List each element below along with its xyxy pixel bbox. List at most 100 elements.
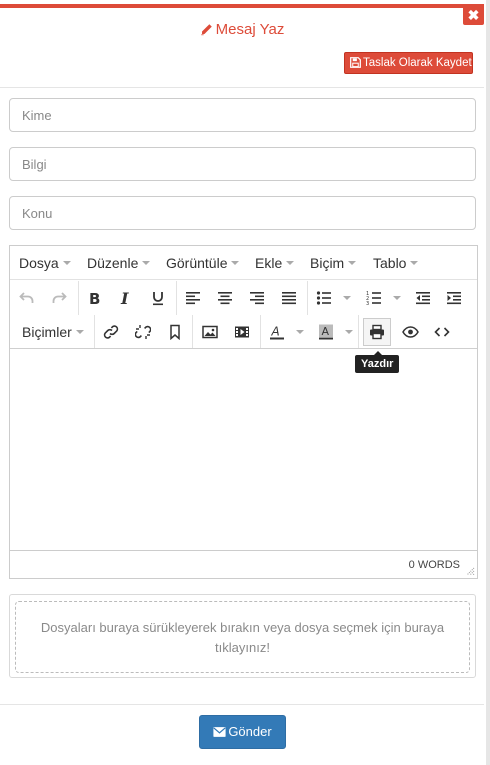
chevron-down-icon — [286, 261, 295, 265]
menu-file[interactable]: Dosya — [19, 255, 71, 271]
insert-media-button[interactable] — [228, 318, 256, 346]
outdent-button[interactable] — [409, 284, 437, 312]
menu-table-label: Tablo — [373, 255, 407, 271]
chevron-down-icon — [62, 261, 71, 265]
svg-text:A: A — [271, 325, 280, 339]
numbered-list-dropdown[interactable] — [393, 296, 401, 300]
bold-icon: B — [89, 290, 100, 306]
numbered-list-button[interactable]: 123 — [360, 284, 388, 312]
formats-dropdown[interactable]: Biçimler — [22, 324, 84, 340]
bookmark-button[interactable] — [161, 318, 189, 346]
bullet-list-button[interactable] — [310, 284, 338, 312]
menu-insert[interactable]: Ekle — [255, 255, 295, 271]
link-icon — [103, 325, 119, 339]
svg-text:I: I — [120, 290, 129, 306]
align-justify-icon — [282, 292, 296, 305]
send-label: Gönder — [228, 724, 272, 739]
chevron-down-icon — [75, 330, 84, 334]
toolbar-separator — [78, 281, 79, 315]
send-button[interactable]: Gönder — [199, 715, 286, 749]
cc-field[interactable] — [9, 147, 476, 181]
code-icon — [434, 327, 450, 337]
menu-edit[interactable]: Düzenle — [87, 255, 151, 271]
menu-format-label: Biçim — [310, 255, 345, 271]
attachment-panel: Dosyaları buraya sürükleyerek bırakın ve… — [9, 594, 476, 678]
background-color-dropdown[interactable] — [345, 330, 353, 334]
undo-icon — [19, 292, 34, 303]
menu-view-label: Görüntüle — [166, 255, 228, 271]
italic-button[interactable]: I — [112, 284, 140, 312]
menu-format[interactable]: Biçim — [310, 255, 357, 271]
numbered-list-icon: 123 — [366, 291, 381, 306]
media-icon — [235, 326, 249, 338]
chevron-down-icon — [410, 261, 419, 265]
align-left-button[interactable] — [179, 284, 207, 312]
editor-menubar: Dosya Düzenle Görüntüle Ekle Biçim Tablo — [10, 246, 477, 280]
dropzone-text-line-2: tıklayınız! — [215, 640, 270, 655]
menu-insert-label: Ekle — [255, 255, 283, 271]
text-color-button[interactable]: A — [263, 318, 291, 346]
align-center-icon — [218, 292, 232, 305]
menu-file-label: Dosya — [19, 255, 59, 271]
underline-icon — [153, 292, 163, 306]
toolbar-separator — [192, 315, 193, 349]
rich-text-editor: Dosya Düzenle Görüntüle Ekle Biçim Tablo… — [9, 245, 478, 579]
footer-divider — [0, 704, 484, 705]
envelope-icon — [213, 727, 226, 737]
redo-button[interactable] — [45, 284, 73, 312]
editor-content-area[interactable] — [10, 349, 477, 550]
header-divider — [0, 87, 484, 88]
file-dropzone[interactable]: Dosyaları buraya sürükleyerek bırakın ve… — [15, 601, 470, 673]
indent-button[interactable] — [440, 284, 468, 312]
save-draft-button[interactable]: Taslak Olarak Kaydet — [344, 52, 473, 74]
floppy-disk-icon — [350, 57, 361, 68]
insert-image-button[interactable] — [196, 318, 224, 346]
bullet-list-dropdown[interactable] — [343, 296, 351, 300]
outdent-icon — [416, 292, 430, 305]
subject-field[interactable] — [9, 196, 476, 230]
toolbar-separator — [176, 281, 177, 315]
undo-button[interactable] — [13, 284, 41, 312]
menu-view[interactable]: Görüntüle — [166, 255, 240, 271]
menu-table[interactable]: Tablo — [373, 255, 419, 271]
dropzone-text-line-1: Dosyaları buraya sürükleyerek bırakın ve… — [40, 620, 445, 635]
background-color-button[interactable]: A — [312, 318, 340, 346]
bold-button[interactable]: B — [80, 284, 108, 312]
formats-label: Biçimler — [22, 324, 72, 340]
redo-icon — [52, 292, 67, 303]
remove-link-button[interactable] — [129, 318, 157, 346]
image-icon — [202, 325, 218, 339]
modal-title: Mesaj Yaz — [0, 21, 484, 38]
align-center-button[interactable] — [211, 284, 239, 312]
underline-button[interactable] — [144, 284, 172, 312]
pencil-icon — [200, 24, 212, 36]
align-justify-button[interactable] — [275, 284, 303, 312]
bookmark-icon — [170, 324, 180, 340]
editor-statusbar: 0 WORDS — [10, 550, 477, 578]
text-color-dropdown[interactable] — [296, 330, 304, 334]
chevron-down-icon — [231, 261, 240, 265]
background-color-icon: A — [319, 324, 333, 340]
editor-toolbar-row-1: B I 1 2 3 — [10, 281, 477, 315]
save-draft-label: Taslak Olarak Kaydet — [363, 57, 472, 69]
align-right-button[interactable] — [243, 284, 271, 312]
to-field[interactable] — [9, 98, 476, 132]
resize-handle-icon[interactable] — [466, 567, 475, 576]
compose-modal: ✖ Mesaj Yaz Taslak Olarak Kaydet Dosya D… — [0, 0, 490, 765]
editor-toolbar-row-2: Biçimler A A — [10, 315, 477, 349]
eye-icon — [401, 326, 419, 338]
insert-link-button[interactable] — [97, 318, 125, 346]
menu-edit-label: Düzenle — [87, 255, 139, 271]
text-color-icon: A — [270, 325, 284, 340]
align-left-icon — [186, 292, 200, 305]
svg-text:A: A — [322, 325, 330, 338]
toolbar-separator — [94, 315, 95, 349]
bullet-list-icon — [316, 291, 331, 305]
italic-icon: I — [120, 290, 129, 306]
preview-button[interactable] — [396, 318, 424, 346]
align-right-icon — [250, 292, 264, 305]
chevron-down-icon — [348, 261, 357, 265]
chevron-down-icon — [142, 261, 151, 265]
source-code-button[interactable] — [428, 318, 456, 346]
print-button[interactable] — [363, 318, 391, 346]
